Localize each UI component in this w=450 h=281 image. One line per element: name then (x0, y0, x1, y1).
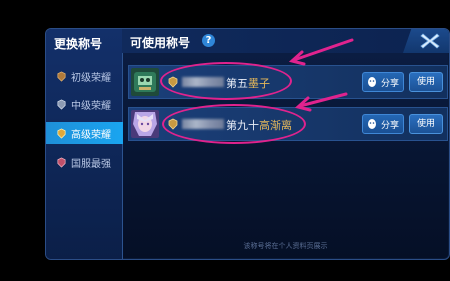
annotation-ellipse (162, 104, 306, 144)
hero-avatar (131, 110, 159, 138)
sidebar-item-server-best[interactable]: 国服最强 (50, 151, 122, 173)
sidebar-item-junior[interactable]: 初级荣耀 (50, 65, 122, 87)
annotation-ellipse (160, 62, 292, 100)
use-button[interactable]: 使用 (409, 114, 443, 134)
qq-icon (368, 119, 376, 129)
bronze-medal-icon (57, 71, 66, 82)
share-button[interactable]: 分享 (362, 72, 404, 92)
gold-medal-icon (57, 128, 66, 139)
sidebar-item-intermediate[interactable]: 中级荣耀 (50, 93, 122, 115)
hero-avatar (131, 68, 159, 96)
sidebar-item-label: 中级荣耀 (71, 100, 111, 112)
qq-icon (368, 77, 376, 87)
sidebar: 更换称号 初级荣耀 中级荣耀 高级荣耀 国服最强 (46, 29, 123, 259)
sidebar-item-label: 初级荣耀 (71, 72, 111, 84)
use-button[interactable]: 使用 (409, 72, 443, 92)
sidebar-item-advanced[interactable]: 高级荣耀 (46, 122, 123, 144)
sidebar-title: 更换称号 (54, 37, 103, 51)
share-label: 分享 (381, 120, 400, 131)
silver-medal-icon (57, 99, 66, 110)
footer-note: 该称号将在个人资料页展示 (243, 242, 328, 250)
close-icon (420, 33, 440, 49)
crown-medal-icon (57, 157, 66, 168)
sidebar-item-label: 高级荣耀 (71, 129, 111, 141)
share-button[interactable]: 分享 (362, 114, 404, 134)
page-title: 可使用称号 (130, 36, 191, 50)
help-icon[interactable]: ? (202, 34, 215, 47)
sidebar-item-label: 国服最强 (71, 158, 111, 170)
share-label: 分享 (381, 78, 400, 89)
